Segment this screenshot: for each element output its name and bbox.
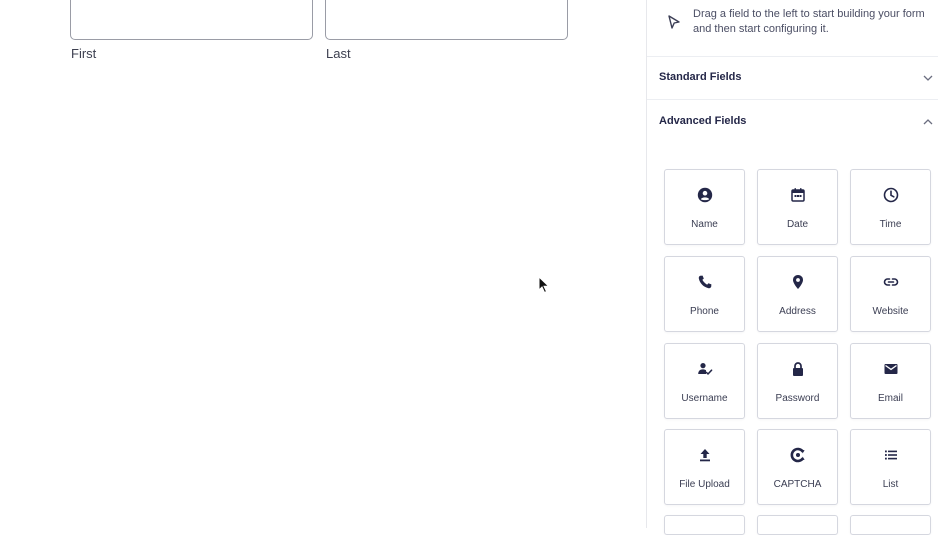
field-tile-username[interactable]: Username bbox=[664, 343, 745, 419]
field-tile-label: Username bbox=[681, 393, 728, 404]
field-tile-label: Address bbox=[779, 306, 816, 317]
field-tile[interactable] bbox=[757, 515, 838, 535]
field-tile-file-upload[interactable]: File Upload bbox=[664, 429, 745, 505]
field-tile-time[interactable]: Time bbox=[850, 169, 931, 245]
field-tile-label: List bbox=[882, 479, 899, 490]
field-tile-label: Date bbox=[786, 219, 809, 230]
first-name-sublabel: First bbox=[71, 46, 97, 61]
map-pin-icon bbox=[793, 275, 803, 289]
field-tile-label: Name bbox=[691, 219, 718, 230]
advanced-fields-title: Advanced Fields bbox=[659, 115, 747, 127]
field-tile-label: Email bbox=[877, 393, 903, 404]
standard-fields-title: Standard Fields bbox=[659, 71, 742, 83]
captcha-icon bbox=[790, 447, 805, 463]
field-tile-website[interactable]: Website bbox=[850, 256, 931, 332]
field-tile-label: Phone bbox=[690, 306, 719, 317]
list-icon bbox=[885, 450, 897, 460]
cursor-arrow-icon bbox=[668, 15, 680, 29]
first-name-input[interactable] bbox=[70, 0, 313, 40]
field-tile-name[interactable]: Name bbox=[664, 169, 745, 245]
field-tile-email[interactable]: Email bbox=[850, 343, 931, 419]
clock-icon bbox=[883, 187, 899, 203]
upload-icon bbox=[700, 449, 710, 462]
field-tile[interactable] bbox=[850, 515, 931, 535]
field-tile-date[interactable]: Date bbox=[757, 169, 838, 245]
user-circle-icon bbox=[697, 187, 713, 203]
drag-hint: Drag a field to the left to start buildi… bbox=[647, 0, 938, 57]
lock-icon bbox=[793, 362, 803, 376]
field-tile-label: File Upload bbox=[679, 479, 730, 490]
drag-hint-text: Drag a field to the left to start buildi… bbox=[693, 8, 925, 35]
field-tile-label: Time bbox=[879, 219, 902, 230]
phone-icon bbox=[698, 275, 712, 289]
mouse-pointer-icon bbox=[538, 276, 550, 294]
field-tile-label: Website bbox=[872, 306, 909, 317]
field-sidebar: Drag a field to the left to start buildi… bbox=[646, 0, 938, 535]
chevron-up-icon bbox=[923, 119, 933, 125]
field-tile-address[interactable]: Address bbox=[757, 256, 838, 332]
field-tile[interactable] bbox=[664, 515, 745, 535]
advanced-fields-section[interactable]: Advanced Fields bbox=[647, 100, 938, 144]
field-tile-list[interactable]: List bbox=[850, 429, 931, 505]
field-tile-captcha[interactable]: CAPTCHA bbox=[757, 429, 838, 505]
user-check-icon bbox=[698, 363, 713, 375]
link-icon bbox=[883, 278, 899, 286]
field-tile-label: CAPTCHA bbox=[773, 479, 822, 490]
last-name-sublabel: Last bbox=[326, 46, 351, 61]
last-name-input[interactable] bbox=[325, 0, 568, 40]
form-canvas: First Last bbox=[0, 0, 646, 528]
field-tile-password[interactable]: Password bbox=[757, 343, 838, 419]
standard-fields-section[interactable]: Standard Fields bbox=[647, 56, 938, 100]
envelope-icon bbox=[884, 364, 898, 374]
field-tile-phone[interactable]: Phone bbox=[664, 256, 745, 332]
chevron-down-icon bbox=[923, 75, 933, 81]
calendar-icon bbox=[791, 188, 805, 202]
field-tile-label: Password bbox=[775, 393, 820, 404]
